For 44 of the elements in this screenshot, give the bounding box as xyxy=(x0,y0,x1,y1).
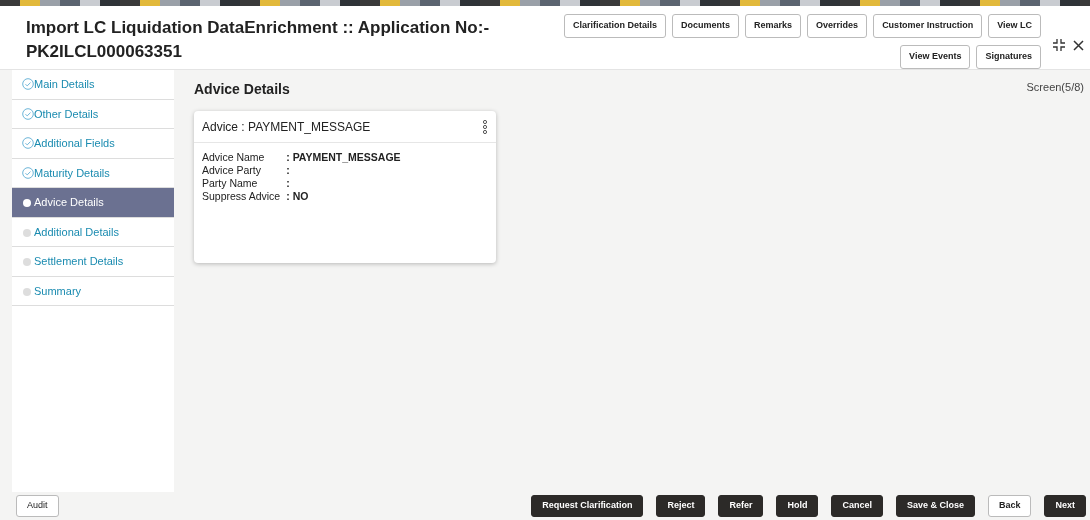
check-circle-icon xyxy=(22,166,34,179)
footer-button[interactable]: Next xyxy=(1044,495,1086,517)
header-button[interactable]: Overrides xyxy=(807,14,868,38)
step-item[interactable]: Additional Fields xyxy=(12,129,174,159)
field-label: Suppress Advice xyxy=(202,190,281,203)
footer-button[interactable]: Refer xyxy=(718,495,764,517)
footer-button[interactable]: Hold xyxy=(776,495,819,517)
audit-button[interactable]: Audit xyxy=(16,495,59,517)
check-circle-icon xyxy=(22,78,34,90)
step-item[interactable]: Additional Details xyxy=(12,217,174,247)
footer-button[interactable]: Back xyxy=(987,495,1032,517)
step-item[interactable]: Other Details xyxy=(12,99,174,129)
field-label: Advice Name xyxy=(202,151,266,164)
header-button[interactable]: Customer Instruction xyxy=(873,14,983,38)
field-label: Party Name xyxy=(202,177,259,190)
header-button[interactable]: View LC xyxy=(988,14,1041,38)
footer-button[interactable]: Cancel xyxy=(831,495,883,517)
field-value: : PAYMENT_MESSAGE xyxy=(286,151,402,164)
step-item[interactable]: Main Details xyxy=(12,70,174,100)
close-icon[interactable] xyxy=(1073,39,1084,51)
step-item[interactable]: Settlement Details xyxy=(12,247,174,277)
field-value: : xyxy=(286,164,291,177)
header-button[interactable]: Remarks xyxy=(745,14,802,38)
check-circle-icon xyxy=(22,107,34,120)
footer-button[interactable]: Request Clarification xyxy=(531,495,644,517)
page-title: Import LC Liquidation DataEnrichment :: Application No:- xyxy=(26,17,490,39)
header-button[interactable]: Clarification Details xyxy=(564,14,667,38)
footer-button[interactable]: Save & Close xyxy=(895,495,975,517)
field-value: : NO xyxy=(286,190,310,203)
header-button[interactable]: View Events xyxy=(900,45,971,69)
more-options-icon[interactable] xyxy=(482,118,488,135)
step-item[interactable]: Summary xyxy=(12,276,174,306)
header-button[interactable]: Documents xyxy=(672,14,740,38)
application-number: PK2ILCL000063351 xyxy=(26,41,183,63)
collapse-icon[interactable] xyxy=(1053,39,1065,51)
section-title: Advice Details xyxy=(194,80,290,99)
field-value: : xyxy=(286,177,291,190)
field-label: Advice Party xyxy=(202,164,262,177)
screen-counter: Screen(5/8) xyxy=(1026,80,1084,95)
card-title: Advice : PAYMENT_MESSAGE xyxy=(202,118,371,136)
footer-button[interactable]: Reject xyxy=(656,495,706,517)
check-circle-icon xyxy=(22,137,34,149)
header-button[interactable]: Signatures xyxy=(976,45,1041,69)
step-item[interactable]: Advice Details xyxy=(12,188,174,218)
